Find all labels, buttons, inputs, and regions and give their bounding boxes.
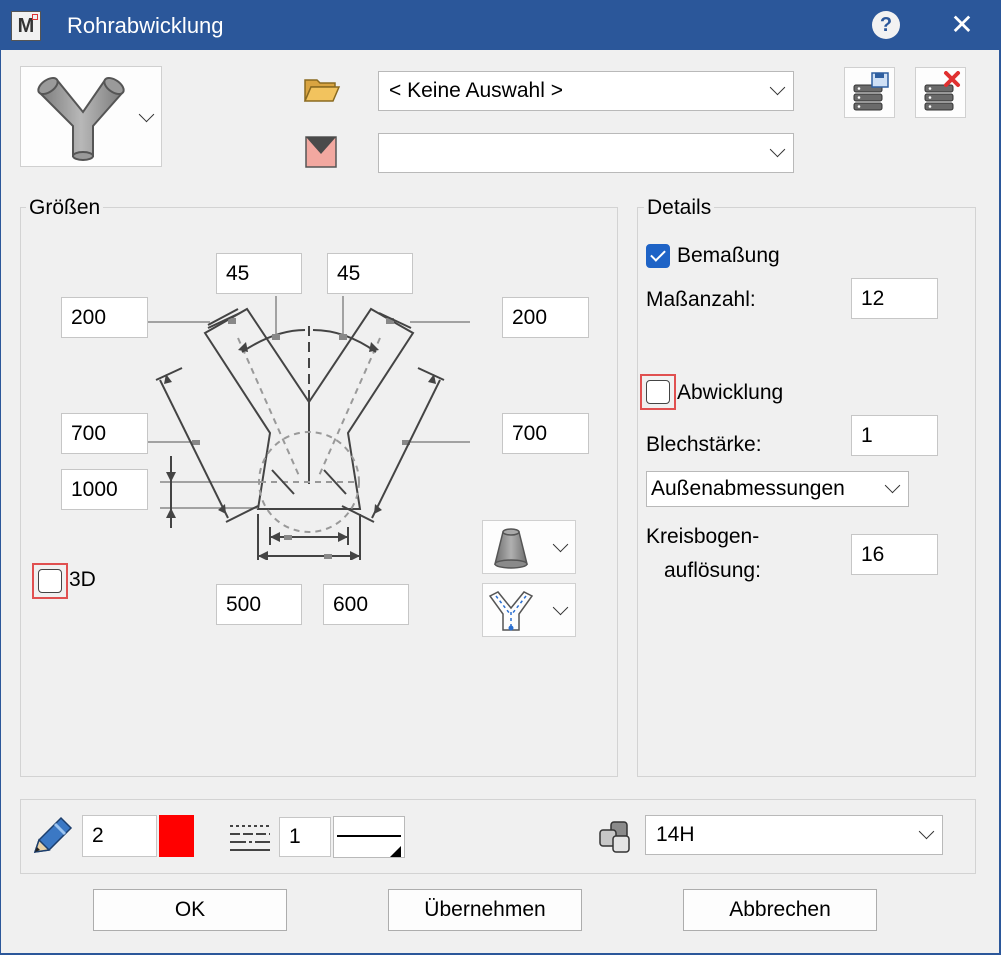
folder-open-icon[interactable]	[303, 76, 341, 104]
dimension-mode-value: Außenabmessungen	[651, 477, 845, 500]
delete-database-icon	[924, 71, 960, 111]
style-icon[interactable]	[305, 136, 337, 168]
angle-right-field[interactable]: 45	[327, 253, 413, 294]
preset-combo[interactable]: < Keine Auswahl >	[378, 71, 794, 111]
details-group-label: Details	[644, 196, 715, 220]
window-title: Rohrabwicklung	[67, 13, 224, 38]
cone-icon	[494, 528, 528, 569]
chevron-down-icon	[769, 79, 786, 96]
sizes-group-label: Größen	[26, 196, 104, 220]
chevron-down-icon	[552, 599, 569, 616]
chevron-down-icon	[138, 106, 155, 123]
help-icon[interactable]: ?	[872, 11, 900, 39]
y-pipe-icon	[37, 77, 125, 161]
save-database-icon	[853, 72, 889, 111]
app-m-icon: M	[11, 11, 41, 41]
abwicklung-checkbox[interactable]	[646, 380, 670, 404]
bemassung-checkbox[interactable]	[646, 244, 670, 268]
chevron-down-icon	[769, 141, 786, 158]
layer-combo[interactable]: 14H	[645, 815, 943, 855]
height-left-field[interactable]: 1000	[61, 469, 148, 510]
line-style-preview	[337, 835, 401, 837]
length-mid-right-field[interactable]: 700	[502, 413, 589, 454]
ok-button[interactable]: OK	[93, 889, 287, 931]
kreisbogen-label-line2: auflösung:	[664, 559, 761, 582]
kreisbogen-label-line1: Kreisbogen-	[646, 525, 760, 548]
dimension-mode-combo[interactable]: Außenabmessungen	[646, 471, 909, 507]
chevron-down-icon	[884, 477, 901, 494]
line-type-icon[interactable]	[228, 822, 272, 854]
app-icon-mark	[32, 14, 38, 20]
style-combo[interactable]	[378, 133, 794, 173]
chevron-down-icon	[552, 536, 569, 553]
length-top-right-field[interactable]: 200	[502, 297, 589, 338]
chevron-down-icon	[918, 823, 935, 840]
masszahl-field[interactable]: 12	[851, 278, 938, 319]
blechstaerke-label: Blechstärke:	[646, 433, 762, 456]
kreisbogen-field[interactable]: 16	[851, 534, 938, 575]
diameter-bottom-left-field[interactable]: 500	[216, 584, 302, 625]
3d-label: 3D	[69, 568, 96, 591]
masszahl-label: Maßanzahl:	[646, 288, 756, 311]
pipe-type-button[interactable]	[20, 66, 162, 167]
dialog-window: M Rohrabwicklung ? ✕ < Keine Auswahl > G…	[0, 0, 1001, 955]
apply-button[interactable]: Übernehmen	[388, 889, 582, 931]
line-style-selector[interactable]	[333, 816, 405, 858]
title-bar: M Rohrabwicklung ? ✕	[0, 0, 1001, 50]
length-top-left-field[interactable]: 200	[61, 297, 148, 338]
pen-field[interactable]: 2	[82, 815, 157, 857]
diameter-bottom-right-field[interactable]: 600	[323, 584, 409, 625]
pen-color-swatch[interactable]	[159, 815, 194, 857]
bemassung-label: Bemaßung	[677, 244, 780, 267]
line-type-field[interactable]: 1	[279, 817, 331, 857]
layer-icon[interactable]	[597, 819, 637, 855]
preset-combo-value: < Keine Auswahl >	[389, 79, 563, 102]
angle-left-field[interactable]: 45	[216, 253, 302, 294]
cancel-button[interactable]: Abbrechen	[683, 889, 877, 931]
blechstaerke-field[interactable]: 1	[851, 415, 938, 456]
save-preset-button[interactable]	[844, 67, 895, 118]
cone-type-button[interactable]	[482, 520, 576, 574]
abwicklung-label: Abwicklung	[677, 381, 784, 404]
corner-triangle-icon	[390, 846, 401, 857]
3d-checkbox[interactable]	[38, 569, 62, 593]
y-pipe-dimension-diagram	[148, 296, 470, 560]
y-pipe-axis-icon	[488, 591, 534, 631]
layer-combo-value: 14H	[656, 823, 695, 846]
delete-preset-button[interactable]	[915, 67, 966, 118]
close-icon[interactable]: ✕	[946, 8, 978, 41]
pen-icon[interactable]	[29, 816, 73, 858]
length-mid-left-field[interactable]: 700	[61, 413, 148, 454]
axis-type-button[interactable]	[482, 583, 576, 637]
